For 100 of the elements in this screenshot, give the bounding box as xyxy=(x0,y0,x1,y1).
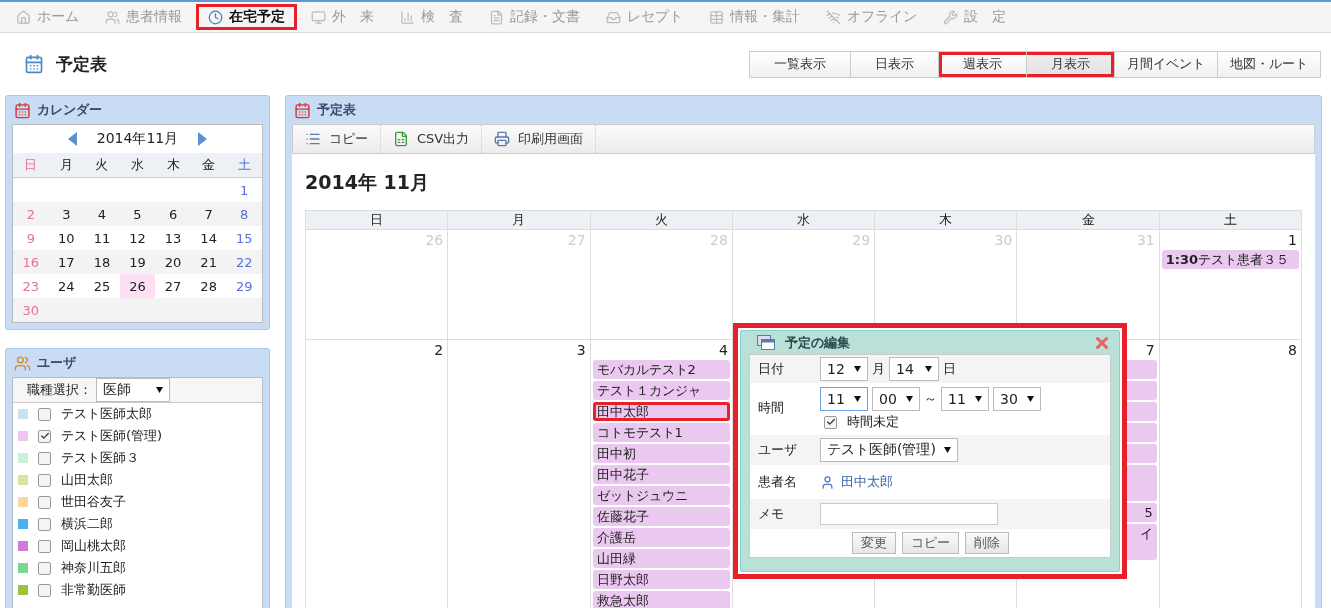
date-cell[interactable]: 7 xyxy=(190,202,227,226)
previous-arrow-icon[interactable] xyxy=(67,132,77,146)
date-cell[interactable]: 28 xyxy=(190,274,227,298)
checkbox[interactable] xyxy=(824,415,837,429)
schedule-event[interactable]: 介護岳 xyxy=(592,528,730,547)
date-cell[interactable]: 22 xyxy=(226,250,262,274)
checkbox[interactable] xyxy=(38,495,51,509)
schedule-event[interactable]: 1:30テスト患者３５ xyxy=(1161,250,1299,269)
list-icon xyxy=(305,131,321,147)
date-cell[interactable]: 12 xyxy=(119,226,156,250)
view-tab[interactable]: 一覧表示 xyxy=(749,50,851,78)
dropdown[interactable]: 医師 xyxy=(96,378,170,402)
day-number: 7 xyxy=(1145,342,1156,358)
caret-icon xyxy=(975,396,982,402)
weekday-label: 金 xyxy=(190,153,227,178)
date-cell[interactable]: 14 xyxy=(190,226,227,250)
date-cell[interactable]: 21 xyxy=(190,250,227,274)
date-cell[interactable]: 13 xyxy=(155,226,191,250)
dropdown[interactable]: 30 xyxy=(993,387,1041,411)
dropdown[interactable]: 11 xyxy=(820,387,868,411)
date-cell[interactable]: 29 xyxy=(226,274,262,298)
dropdown[interactable]: 14 xyxy=(889,357,939,381)
calendar-icon xyxy=(294,101,311,119)
checkbox[interactable] xyxy=(38,561,51,575)
schedule-event[interactable]: 日野太郎 xyxy=(592,570,730,589)
dropdown[interactable]: 11 xyxy=(941,387,989,411)
schedule-event[interactable]: コトモテスト1 xyxy=(592,423,730,442)
dialog-title: 予定の編集 xyxy=(785,333,851,352)
dialog-button[interactable]: コピー xyxy=(901,532,959,554)
schedule-event[interactable]: 佐藤花子 xyxy=(592,507,730,526)
date-cell[interactable]: 26 xyxy=(119,274,156,298)
date-cell[interactable]: 18 xyxy=(84,250,120,274)
view-tab[interactable]: 月間イベント xyxy=(1115,50,1218,78)
date-cell[interactable]: 15 xyxy=(226,226,262,250)
user-name: 横浜二郎 xyxy=(61,515,113,533)
patient-link[interactable]: 田中太郎 xyxy=(820,473,893,491)
date-cell[interactable]: 3 xyxy=(48,202,85,226)
schedule-event[interactable]: 田中初 xyxy=(592,444,730,463)
dialog-button[interactable]: 変更 xyxy=(851,532,896,554)
checkbox[interactable] xyxy=(38,539,51,553)
field-label: メモ xyxy=(757,505,785,523)
checkbox[interactable] xyxy=(38,473,51,487)
view-tab[interactable]: 日表示 xyxy=(851,50,939,78)
checkbox[interactable] xyxy=(38,407,51,421)
date-cell[interactable]: 27 xyxy=(155,274,191,298)
toolbar-button[interactable]: 印刷用画面 xyxy=(482,125,597,153)
field-label: 日付 xyxy=(757,360,785,378)
schedule-event[interactable]: ゼットジュウニ xyxy=(592,486,730,505)
date-cell[interactable]: 19 xyxy=(119,250,156,274)
date-cell[interactable]: 10 xyxy=(48,226,85,250)
memo-field[interactable] xyxy=(820,503,998,525)
view-tab[interactable]: 月表示 xyxy=(1027,50,1115,78)
date-cell[interactable]: 4 xyxy=(84,202,120,226)
date-cell[interactable]: 25 xyxy=(84,274,120,298)
view-tab[interactable]: 地図・ルート xyxy=(1218,50,1321,78)
home-icon xyxy=(16,9,31,25)
checkbox[interactable] xyxy=(38,517,51,531)
caret-icon xyxy=(943,447,951,453)
tilde-label: ～ xyxy=(924,390,937,408)
checkbox[interactable] xyxy=(38,429,51,443)
date-cell[interactable]: 5 xyxy=(119,202,156,226)
schedule-event[interactable]: モバカルテスト2 xyxy=(592,360,730,379)
dropdown[interactable]: 00 xyxy=(872,387,920,411)
wifi-off-icon xyxy=(826,9,841,25)
dropdown[interactable]: 12 xyxy=(820,357,868,381)
schedule-event[interactable]: 田中花子 xyxy=(592,465,730,484)
date-cell[interactable]: 24 xyxy=(48,274,85,298)
weekday-header: 金 xyxy=(1017,211,1160,230)
date-cell[interactable]: 17 xyxy=(48,250,85,274)
weekday-header: 火 xyxy=(590,211,733,230)
schedule-event[interactable]: 田中太郎 xyxy=(592,402,730,421)
document-icon xyxy=(489,9,504,25)
windows-icon xyxy=(757,335,775,350)
user-name: 世田谷友子 xyxy=(61,493,126,511)
date-cell[interactable]: 20 xyxy=(155,250,191,274)
checkbox[interactable] xyxy=(38,451,51,465)
date-cell[interactable]: 11 xyxy=(84,226,120,250)
user-name: 岡山桃太郎 xyxy=(61,537,126,555)
schedule-event[interactable]: 山田緑 xyxy=(592,549,730,568)
weekday-label: 火 xyxy=(84,153,120,178)
schedule-event[interactable]: 救急太郎 xyxy=(592,591,730,608)
date-cell[interactable]: 8 xyxy=(226,202,262,226)
field-label: 患者名 xyxy=(757,473,798,491)
dialog-button[interactable]: 削除 xyxy=(964,532,1009,554)
date-cell[interactable]: 6 xyxy=(155,202,191,226)
nav-tab[interactable]: 在宅予定 xyxy=(196,4,297,30)
page-title: 予定表 xyxy=(56,52,107,76)
day-number: 3 xyxy=(576,342,587,358)
bar-chart-icon xyxy=(400,9,415,25)
toolbar-button[interactable]: コピー xyxy=(293,125,381,153)
next-arrow-icon[interactable] xyxy=(198,132,208,146)
view-tab[interactable]: 週表示 xyxy=(939,50,1027,78)
users-icon xyxy=(105,9,120,25)
unit-label: 日 xyxy=(943,360,956,378)
dropdown[interactable]: テスト医師(管理) xyxy=(820,438,958,462)
date-cell[interactable]: 1 xyxy=(226,178,262,202)
checkbox[interactable] xyxy=(38,583,51,597)
schedule-event[interactable]: テスト１カンジャ xyxy=(592,381,730,400)
weekday-label: 水 xyxy=(119,153,156,178)
toolbar-button[interactable]: CSV出力 xyxy=(381,125,483,153)
